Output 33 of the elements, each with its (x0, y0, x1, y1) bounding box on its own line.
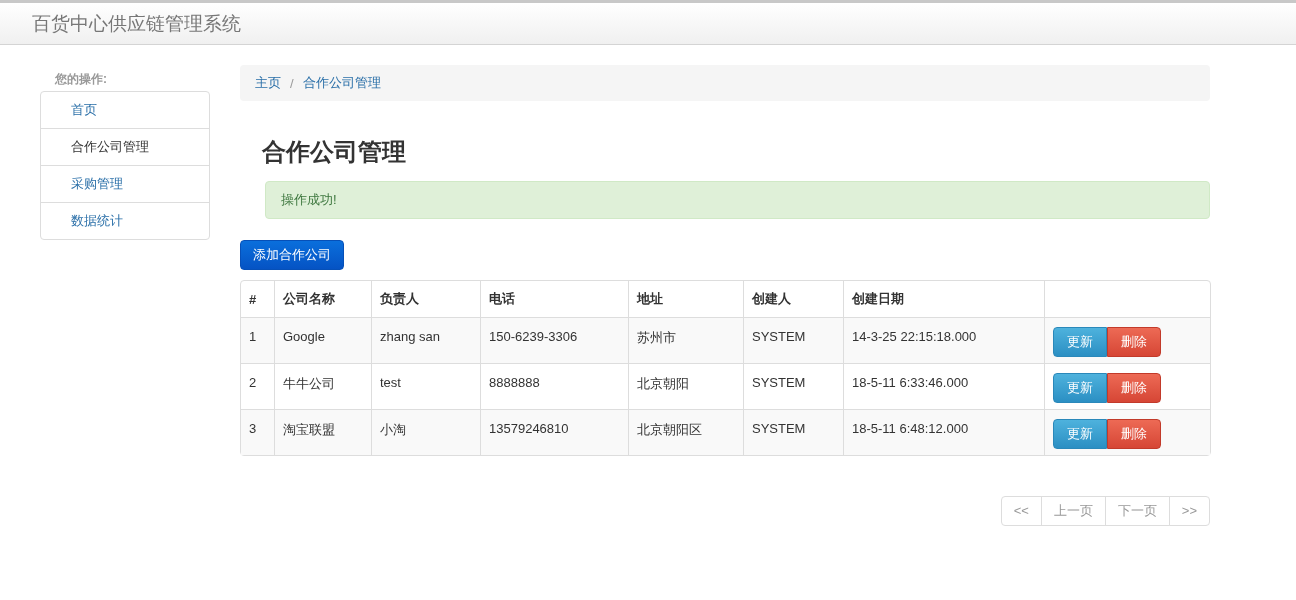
table-cell: 18-5-11 6:48:12.000 (843, 409, 1044, 455)
sidebar-item[interactable]: 采购管理 (41, 165, 209, 202)
table-cell: 北京朝阳区 (628, 409, 743, 455)
table-cell: 150-6239-3306 (480, 317, 628, 363)
column-header: # (248, 290, 258, 309)
table-cell: SYSTEM (743, 317, 843, 363)
sidebar-item[interactable]: 首页 (41, 92, 209, 128)
delete-button[interactable]: 删除 (1107, 373, 1161, 403)
add-company-button[interactable]: 添加合作公司 (240, 240, 344, 270)
table-cell: 14-3-25 22:15:18.000 (843, 317, 1044, 363)
table-cell: Google (274, 317, 371, 363)
table-cell: 3 (241, 409, 274, 455)
table-cell: 苏州市 (628, 317, 743, 363)
sidebar-item[interactable]: 数据统计 (41, 202, 209, 239)
update-button[interactable]: 更新 (1053, 327, 1107, 357)
table-cell: 13579246810 (480, 409, 628, 455)
delete-button[interactable]: 删除 (1107, 419, 1161, 449)
update-button[interactable]: 更新 (1053, 419, 1107, 449)
brand-title[interactable]: 百货中心供应链管理系统 (32, 10, 241, 37)
success-alert: 操作成功! (265, 181, 1210, 219)
table-cell: 小淘 (371, 409, 480, 455)
breadcrumb-link[interactable]: 合作公司管理 (302, 74, 381, 92)
table-cell: 淘宝联盟 (274, 409, 371, 455)
delete-button[interactable]: 删除 (1107, 327, 1161, 357)
table-cell: 1 (241, 317, 274, 363)
update-button[interactable]: 更新 (1053, 373, 1107, 403)
table-cell: zhang san (371, 317, 480, 363)
page-title: 合作公司管理 (262, 137, 407, 167)
table-cell: SYSTEM (743, 409, 843, 455)
sidebar-item[interactable]: 合作公司管理 (41, 128, 209, 165)
breadcrumb-separator: / (290, 75, 294, 91)
breadcrumb-link[interactable]: 主页 (255, 74, 281, 92)
sidebar-heading: 您的操作: (54, 71, 108, 88)
